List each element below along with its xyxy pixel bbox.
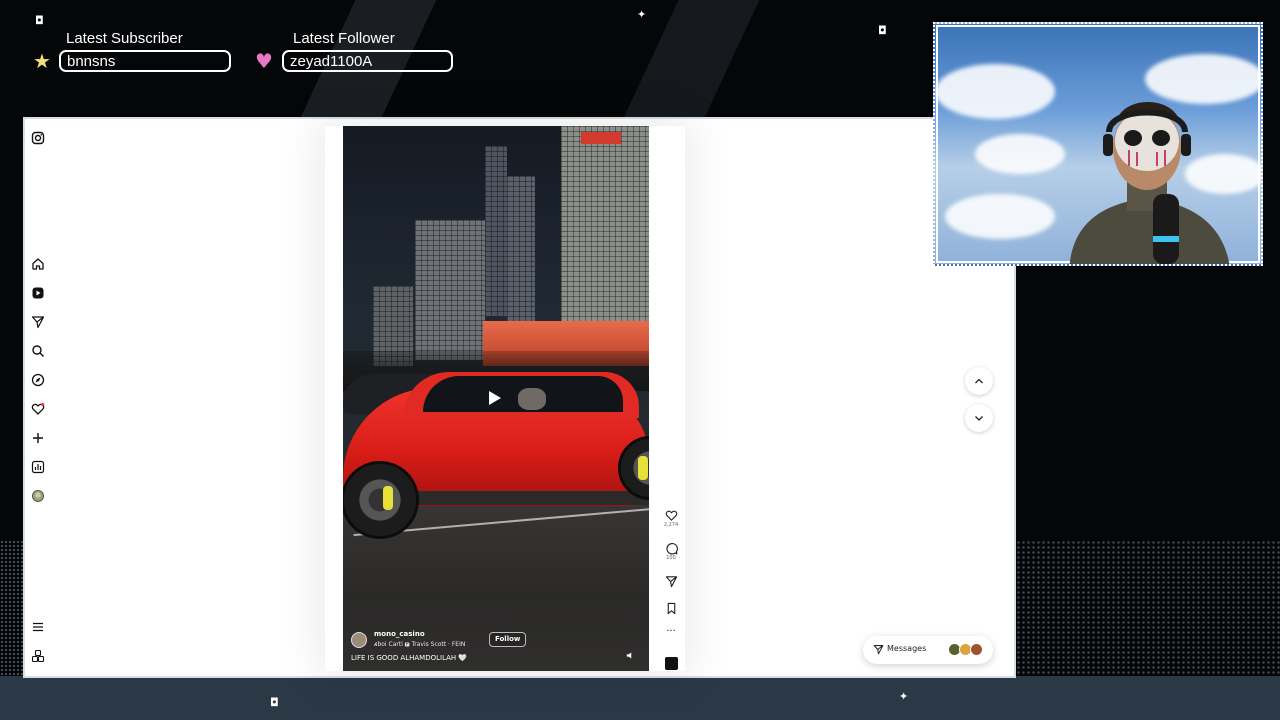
sparkle-icon: ✦ xyxy=(899,690,909,703)
latest-subscriber-value: bnnsns xyxy=(59,50,231,72)
reel-author-avatar[interactable] xyxy=(351,632,367,648)
tower-building xyxy=(415,220,485,360)
driver xyxy=(518,388,546,410)
next-reel-button[interactable] xyxy=(965,404,993,432)
reel-caption: LIFE IS GOOD ALHAMDOLILAH 🤍 xyxy=(351,654,468,662)
latest-subscriber-title: Latest Subscriber xyxy=(66,30,183,47)
chevron-down-icon xyxy=(975,416,983,421)
dot-pattern-right xyxy=(1016,540,1280,676)
profile-icon[interactable] xyxy=(31,489,45,503)
latest-follower-title: Latest Follower xyxy=(293,30,395,47)
reel-username[interactable]: mono_casino xyxy=(374,630,425,638)
instagram-logo-icon[interactable] xyxy=(31,131,45,145)
messages-icon[interactable] xyxy=(31,315,45,329)
heart-icon: ♥ xyxy=(255,49,273,73)
share-action[interactable] xyxy=(663,575,679,588)
also-from-meta-icon[interactable] xyxy=(31,649,45,663)
share-icon xyxy=(665,576,677,588)
stream-bottom-band xyxy=(0,676,1280,720)
audio-thumbnail[interactable] xyxy=(665,657,678,670)
instagram-window: mono_casino 𝒽boi Carti 🅴 Travis Scott · … xyxy=(23,117,1016,678)
sparkle-icon: ◘ xyxy=(35,14,44,27)
hotel-building xyxy=(561,126,649,326)
reels-icon[interactable] xyxy=(31,286,45,300)
heart-outline-icon xyxy=(665,510,677,521)
reel-video[interactable]: mono_casino 𝒽boi Carti 🅴 Travis Scott · … xyxy=(343,126,649,671)
chevron-up-icon xyxy=(975,378,983,384)
play-icon[interactable] xyxy=(489,391,501,405)
sparkle-icon: ◘ xyxy=(878,24,887,37)
reel-audio-track[interactable]: 𝒽boi Carti 🅴 Travis Scott · FEIN xyxy=(374,641,465,649)
save-action[interactable] xyxy=(663,602,679,615)
cloud xyxy=(945,194,1055,239)
home-icon[interactable] xyxy=(31,257,45,271)
messages-button[interactable]: Messages xyxy=(863,636,993,664)
comment-icon xyxy=(665,542,678,555)
cloud xyxy=(935,64,1055,119)
search-icon[interactable] xyxy=(31,344,45,358)
explore-icon[interactable] xyxy=(31,373,45,387)
more-options-icon[interactable]: ··· xyxy=(663,627,679,637)
messages-label: Messages xyxy=(887,644,927,653)
dashboard-icon[interactable] xyxy=(31,460,45,474)
follow-button[interactable]: Follow xyxy=(489,632,527,647)
spire-building xyxy=(485,146,507,316)
hotel-sign xyxy=(581,132,621,144)
dot-pattern-left xyxy=(0,540,24,676)
more-icon[interactable] xyxy=(31,620,45,634)
sparkle-icon: ◘ xyxy=(270,696,279,709)
like-action[interactable]: 2,274 xyxy=(663,509,679,529)
send-icon xyxy=(873,645,884,655)
like-count: 2,274 xyxy=(663,522,679,528)
message-avatar xyxy=(970,643,983,656)
previous-reel-button[interactable] xyxy=(965,367,993,395)
tall-building xyxy=(507,176,535,326)
rear-caliper xyxy=(638,456,648,480)
bookmark-icon xyxy=(667,602,675,615)
latest-follower-value: zeyad1100A xyxy=(282,50,453,72)
webcam-overlay xyxy=(933,22,1263,266)
volume-icon[interactable] xyxy=(626,651,638,661)
streamer xyxy=(1069,102,1230,264)
create-icon[interactable] xyxy=(31,431,45,445)
front-caliper xyxy=(383,486,393,510)
sparkle-icon: ✦ xyxy=(637,8,647,21)
notifications-icon[interactable] xyxy=(31,402,45,416)
front-wheel xyxy=(343,461,419,539)
star-icon: ★ xyxy=(33,49,51,73)
comment-action[interactable]: 100 xyxy=(663,542,679,562)
comment-count: 100 xyxy=(666,555,676,561)
